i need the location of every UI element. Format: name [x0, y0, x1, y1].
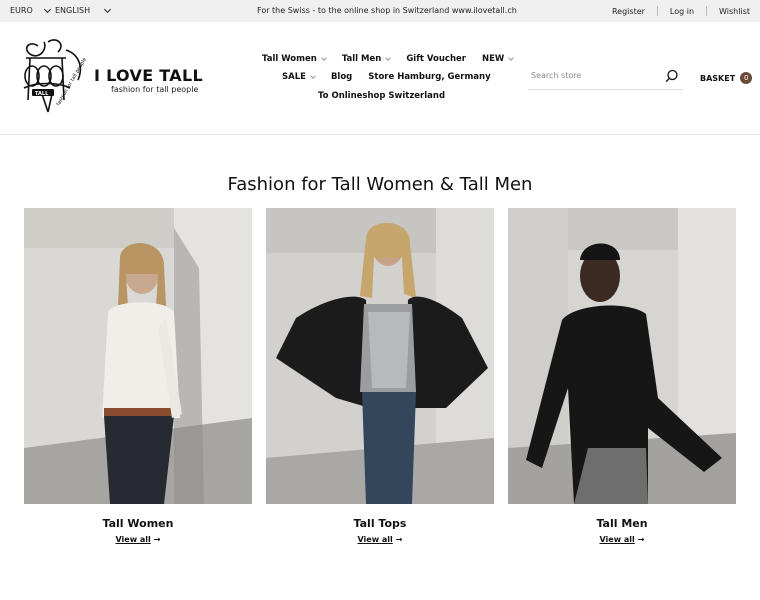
category-card-tall-men[interactable]: Tall Men View all →: [508, 208, 736, 544]
nav-item-blog[interactable]: Blog: [331, 72, 352, 82]
arrow-right-icon: →: [395, 535, 403, 544]
top-bar: EURO ENGLISH For the Swiss - to the onli…: [0, 0, 760, 22]
view-all-label: View all: [599, 535, 635, 544]
site-header: fashion for tall people TALL I LOVE TALL…: [0, 22, 760, 135]
main-nav-row-2: SALE Blog Store Hamburg, Germany: [282, 72, 491, 82]
register-link[interactable]: Register: [600, 7, 657, 16]
nav-item-tall-men[interactable]: Tall Men: [341, 54, 392, 64]
arrow-right-icon: →: [153, 535, 161, 544]
language-label: ENGLISH: [55, 6, 91, 15]
view-all-label: View all: [357, 535, 393, 544]
view-all-label: View all: [115, 535, 151, 544]
nav-item-label: Store Hamburg, Germany: [368, 72, 491, 82]
search-input[interactable]: [531, 71, 651, 80]
wishlist-link[interactable]: Wishlist: [707, 7, 750, 16]
nav-item-label: SALE: [282, 72, 306, 82]
nav-item-store-hamburg[interactable]: Store Hamburg, Germany: [368, 72, 490, 82]
view-all-link[interactable]: View all →: [266, 535, 494, 544]
account-links: Register Log in Wishlist: [600, 6, 750, 16]
currency-selector[interactable]: EURO: [10, 5, 51, 15]
login-link[interactable]: Log in: [658, 7, 706, 16]
currency-label: EURO: [10, 6, 33, 15]
basket-label: BASKET: [700, 73, 736, 83]
chevron-down-icon: [385, 55, 392, 61]
nav-item-tall-women[interactable]: Tall Women: [262, 54, 327, 64]
search-icon[interactable]: [665, 69, 679, 83]
nav-item-label: Gift Voucher: [406, 54, 466, 64]
brand-name[interactable]: I LOVE TALL: [94, 66, 203, 85]
nav-item-label: Tall Men: [341, 54, 382, 64]
nav-item-label: Tall Women: [262, 54, 317, 64]
nav-item-label: Blog: [330, 72, 353, 82]
basket-button[interactable]: BASKET 0: [700, 72, 753, 84]
chevron-down-icon: [508, 55, 515, 61]
chevron-down-icon: [310, 73, 316, 79]
chevron-down-icon: [43, 5, 51, 13]
nav-item-new[interactable]: NEW: [481, 54, 515, 64]
nav-item-onlineshop-switzerland[interactable]: To Onlineshop Switzerland: [318, 91, 445, 101]
product-photo-tall-men[interactable]: [508, 208, 736, 504]
page-title: Fashion for Tall Women & Tall Men: [227, 174, 533, 195]
chevron-down-icon: [104, 5, 112, 13]
main-nav-row-3: To Onlineshop Switzerland: [318, 91, 445, 101]
main-nav-row-1: Tall Women Tall Men Gift Voucher NEW: [262, 54, 515, 64]
category-card-tall-women[interactable]: Tall Women View all →: [24, 208, 252, 544]
nav-item-gift-voucher[interactable]: Gift Voucher: [406, 54, 466, 64]
nav-item-label: NEW: [481, 54, 505, 64]
category-caption: Tall Women: [102, 517, 174, 530]
product-photo-tall-tops[interactable]: [266, 208, 494, 504]
category-caption: Tall Tops: [353, 517, 407, 530]
category-card-tall-tops[interactable]: Tall Tops View all →: [266, 208, 494, 544]
promo-link[interactable]: For the Swiss - to the online shop in Sw…: [257, 6, 517, 15]
product-photo-tall-women[interactable]: [24, 208, 252, 504]
logo-emblem-icon[interactable]: fashion for tall people TALL: [18, 36, 88, 114]
arrow-right-icon: →: [637, 535, 645, 544]
svg-text:TALL: TALL: [35, 91, 49, 97]
brand-tagline: fashion for tall people: [111, 85, 199, 94]
view-all-link[interactable]: View all →: [508, 535, 736, 544]
basket-count-badge: 0: [740, 72, 753, 84]
search-box: [528, 66, 683, 90]
svg-text:fashion for tall people: fashion for tall people: [56, 57, 88, 107]
language-selector[interactable]: ENGLISH: [55, 5, 112, 15]
nav-item-sale[interactable]: SALE: [282, 72, 316, 82]
category-caption: Tall Men: [596, 517, 648, 530]
chevron-down-icon: [320, 55, 327, 61]
view-all-link[interactable]: View all →: [24, 535, 252, 544]
nav-item-label: To Onlineshop Switzerland: [318, 91, 446, 101]
